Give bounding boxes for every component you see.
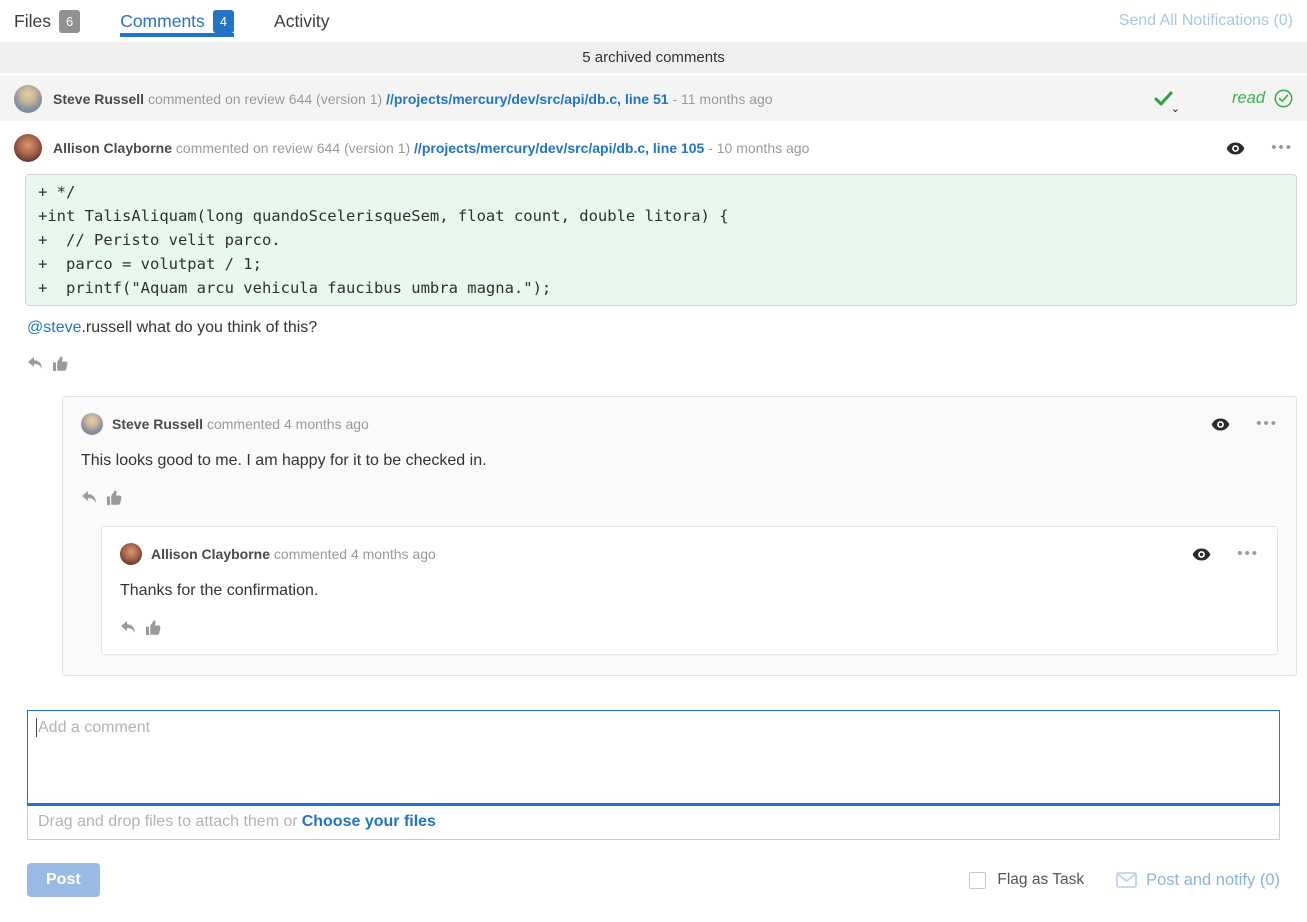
reply-header: Steve Russell commented 4 months ago ••• xyxy=(81,413,1278,435)
reply-icon[interactable] xyxy=(120,620,136,634)
archived-comments-bar[interactable]: 5 archived comments xyxy=(0,42,1307,73)
avatar xyxy=(14,85,42,113)
reply-header-icons: ••• xyxy=(1192,548,1259,561)
archived-comment-meta: Steve Russell commented on review 644 (v… xyxy=(53,91,773,107)
avatar xyxy=(14,134,42,162)
comment-thread: Allison Clayborne commented on review 64… xyxy=(0,121,1307,676)
reply-body: Thanks for the confirmation. xyxy=(120,582,1259,600)
tab-files-label: Files xyxy=(14,11,51,32)
accept-check-icon[interactable]: ⌄ xyxy=(1154,88,1176,110)
eye-icon[interactable] xyxy=(1226,142,1245,155)
eye-icon[interactable] xyxy=(1192,548,1211,561)
read-status-label: read xyxy=(1232,89,1265,108)
comment-input-wrapper xyxy=(27,710,1280,806)
user-mention-link[interactable]: @steve xyxy=(27,319,81,336)
post-button[interactable]: Post xyxy=(27,863,100,897)
time-ago: - 10 months ago xyxy=(708,140,809,156)
comment-body-text: .russell what do you think of this? xyxy=(81,319,317,336)
avatar xyxy=(120,543,142,565)
read-status-group: ⌄ read xyxy=(1154,88,1293,110)
choose-files-link[interactable]: Choose your files xyxy=(302,813,436,830)
reply-card: Allison Clayborne commented 4 months ago… xyxy=(101,526,1278,655)
time-ago: - 11 months ago xyxy=(672,91,772,107)
comment-action-text: commented 4 months ago xyxy=(274,546,436,562)
comments-count-badge: 4 xyxy=(213,10,234,33)
like-icon[interactable] xyxy=(145,619,162,636)
reply-actions xyxy=(81,488,1278,506)
author-name: Allison Clayborne xyxy=(151,546,270,562)
comment-input[interactable] xyxy=(27,710,1280,806)
reply-meta: Allison Clayborne commented 4 months ago xyxy=(151,546,436,562)
like-icon[interactable] xyxy=(52,355,69,372)
flag-as-task-checkbox[interactable] xyxy=(969,872,986,889)
thread-header-icons: ••• xyxy=(1226,142,1293,155)
author-name: Steve Russell xyxy=(112,416,203,432)
thread-meta: Allison Clayborne commented on review 64… xyxy=(53,140,809,156)
reply-actions xyxy=(120,618,1259,636)
eye-icon[interactable] xyxy=(1211,418,1230,431)
code-line: + // Peristo velit parco. xyxy=(38,228,1284,252)
files-count-badge: 6 xyxy=(59,10,80,33)
flag-as-task-label: Flag as Task xyxy=(997,871,1084,889)
more-options-icon[interactable]: ••• xyxy=(1271,144,1293,152)
like-icon[interactable] xyxy=(106,489,123,506)
more-options-icon[interactable]: ••• xyxy=(1256,420,1278,428)
text-caret xyxy=(36,718,37,737)
chevron-down-icon[interactable]: ⌄ xyxy=(1171,104,1180,115)
code-diff-block: + */+int TalisAliquam(long quandoSceleri… xyxy=(25,174,1297,306)
post-and-notify-button[interactable]: Post and notify (0) xyxy=(1116,871,1280,890)
code-line: + parco = volutpat / 1; xyxy=(38,252,1284,276)
post-and-notify-label: Post and notify (0) xyxy=(1146,871,1280,890)
more-options-icon[interactable]: ••• xyxy=(1237,550,1259,558)
author-name: Allison Clayborne xyxy=(53,140,172,156)
reply-header: Allison Clayborne commented 4 months ago… xyxy=(120,543,1259,565)
reply-meta: Steve Russell commented 4 months ago xyxy=(112,416,369,432)
archived-comment-row[interactable]: Steve Russell commented on review 644 (v… xyxy=(0,76,1307,121)
comment-composer: Drag and drop files to attach them orCho… xyxy=(27,710,1280,840)
reply-icon[interactable] xyxy=(81,490,97,504)
tab-bar: Files 6 Comments 4 Activity Send All Not… xyxy=(0,0,1307,42)
tab-comments-label: Comments xyxy=(120,11,205,32)
reply-icon[interactable] xyxy=(27,356,43,370)
send-all-notifications-link[interactable]: Send All Notifications (0) xyxy=(1119,12,1293,30)
code-line: +int TalisAliquam(long quandoScelerisque… xyxy=(38,204,1284,228)
comment-body: @steve.russell what do you think of this… xyxy=(27,319,1307,337)
attachment-dropzone[interactable]: Drag and drop files to attach them orCho… xyxy=(27,806,1280,840)
composer-actions: Post Flag as Task Post and notify (0) xyxy=(27,863,1280,897)
composer-actions-right: Flag as Task Post and notify (0) xyxy=(969,871,1280,890)
attach-hint-text: Drag and drop files to attach them or xyxy=(38,813,298,830)
comment-action-text: commented on review 644 (version 1) xyxy=(148,91,382,107)
code-line: + */ xyxy=(38,180,1284,204)
file-line-link[interactable]: //projects/mercury/dev/src/api/db.c, lin… xyxy=(386,91,668,107)
tab-activity[interactable]: Activity xyxy=(274,0,329,42)
tab-activity-label: Activity xyxy=(274,11,329,32)
tab-files[interactable]: Files 6 xyxy=(14,0,80,42)
reply-header-icons: ••• xyxy=(1211,418,1278,431)
comment-action-text: commented 4 months ago xyxy=(207,416,369,432)
tab-comments[interactable]: Comments 4 xyxy=(120,0,234,42)
file-line-link[interactable]: //projects/mercury/dev/src/api/db.c, lin… xyxy=(414,140,704,156)
envelope-icon xyxy=(1116,872,1137,888)
code-line: + printf("Aquam arcu vehicula faucibus u… xyxy=(38,276,1284,300)
comment-actions xyxy=(27,354,1307,372)
read-circle-check-icon[interactable] xyxy=(1274,89,1293,108)
reply-body: This looks good to me. I am happy for it… xyxy=(81,452,1278,470)
avatar xyxy=(81,413,103,435)
reply-card: Steve Russell commented 4 months ago •••… xyxy=(62,396,1297,676)
thread-header: Allison Clayborne commented on review 64… xyxy=(0,121,1307,172)
author-name: Steve Russell xyxy=(53,91,144,107)
comment-action-text: commented on review 644 (version 1) xyxy=(176,140,410,156)
